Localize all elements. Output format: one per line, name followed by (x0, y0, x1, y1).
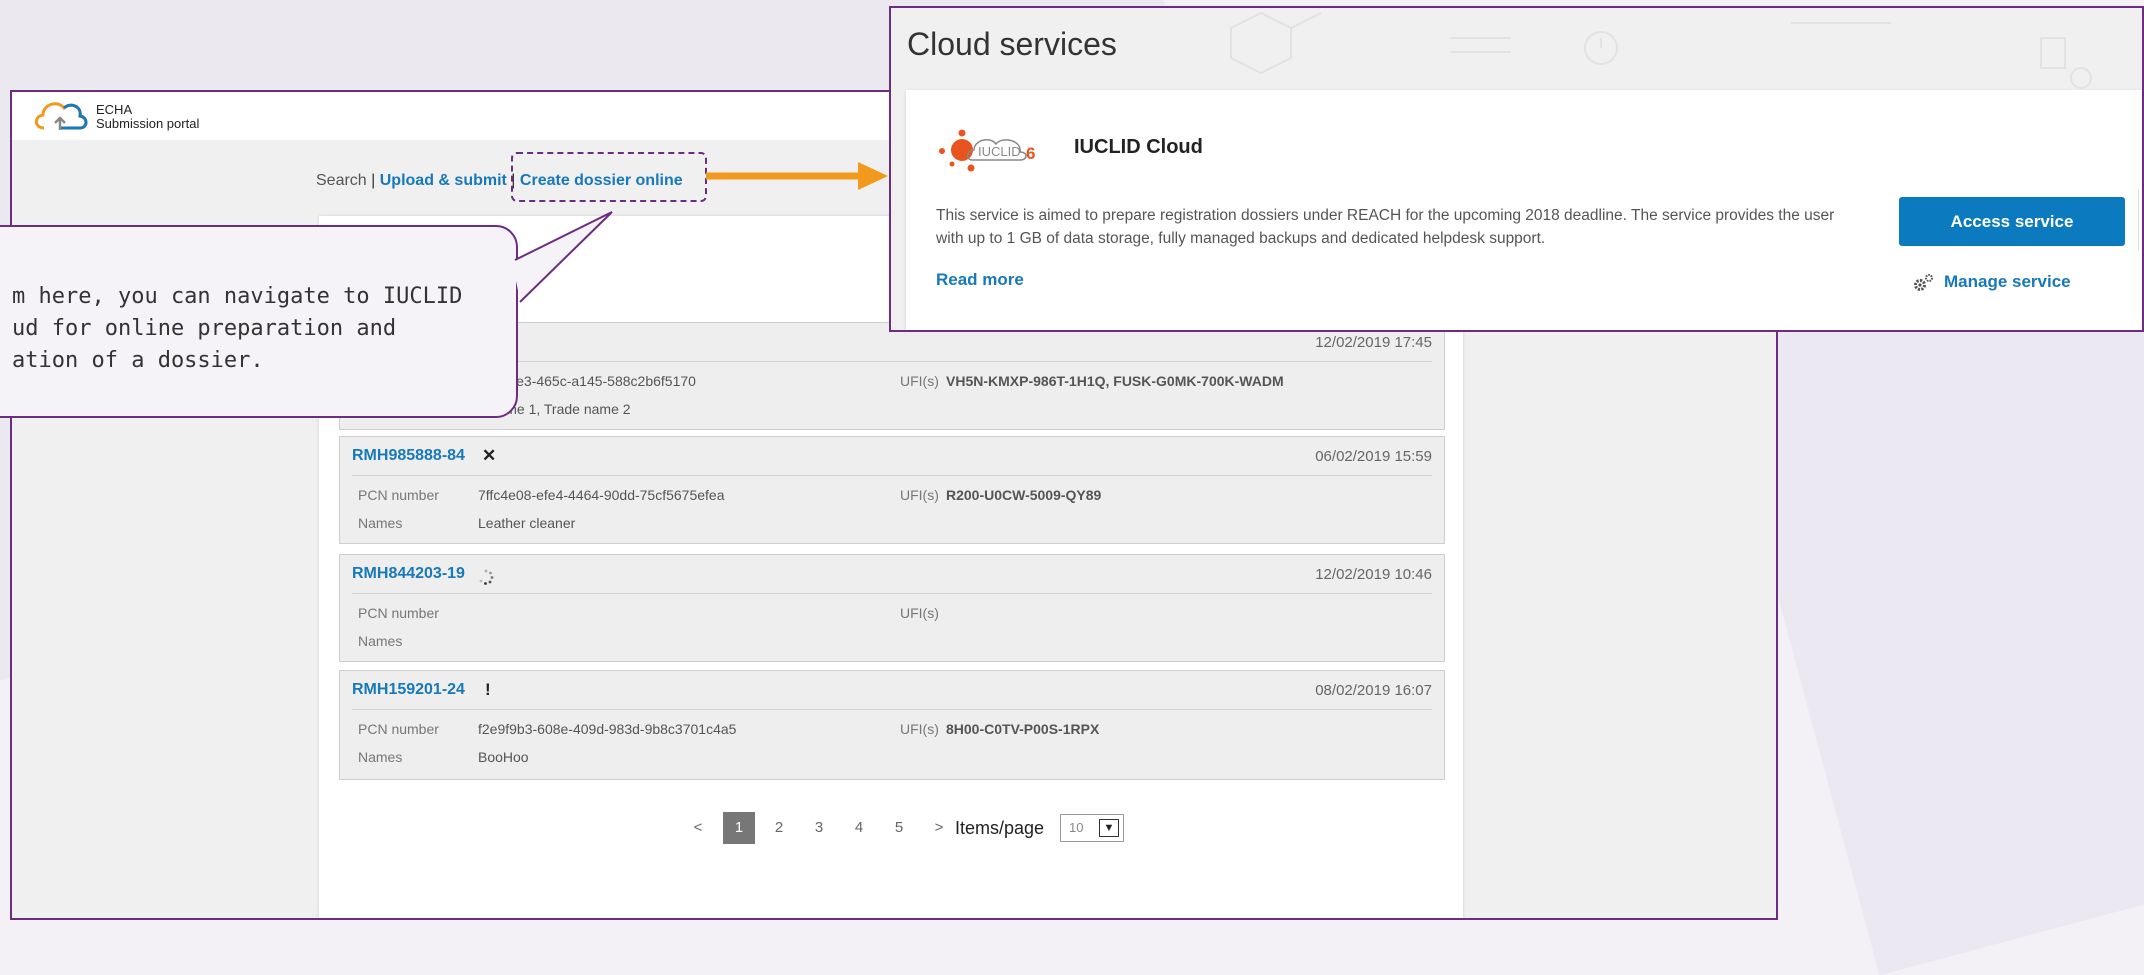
pcn-number-label: PCN number (358, 487, 439, 503)
callout-text: m here, you can navigate to IUCLID ud fo… (12, 281, 502, 377)
items-per-page-value: 10 (1069, 820, 1084, 835)
names-value: Leather cleaner (478, 515, 576, 531)
submission-date: 12/02/2019 10:46 (1315, 566, 1432, 583)
divider (2138, 190, 2139, 250)
items-per-page-label: Items/page (955, 818, 1045, 838)
echa-cloud-logo-icon (34, 102, 88, 130)
logo-line-echa: ECHA (96, 102, 133, 117)
manage-service-link[interactable]: Manage service (1912, 272, 2071, 293)
iuclid-logo-icon: IUCLID 6 (939, 129, 1035, 172)
names-label: Names (358, 515, 403, 531)
read-more-link[interactable]: Read more (936, 270, 1024, 290)
ufi-label: UFI(s) (900, 487, 939, 503)
ufi-label: UFI(s) (900, 373, 939, 389)
pagination-page-1[interactable]: 1 (723, 812, 755, 844)
portal-logo-text: ECHA Submission portal (96, 103, 199, 131)
submission-card[interactable]: RMH844203-19 12/02/2019 10:46 PCN number… (339, 554, 1445, 662)
iuclid-logo-text: IUCLID (978, 144, 1021, 159)
loading-spinner-icon (479, 569, 494, 585)
pagination-prev-button[interactable]: < (682, 812, 714, 844)
ufi-value: VH5N-KMXP-986T-1H1Q, FUSK-G0MK-700K-WADM (946, 373, 1284, 389)
submission-id-link[interactable]: RMH985888-84 (352, 447, 465, 465)
pagination-page-5[interactable]: 5 (883, 812, 915, 844)
pcn-number-value: 7ffc4e08-efe4-4464-90dd-75cf5675efea (478, 487, 725, 503)
failed-close-icon: ✕ (482, 446, 497, 465)
callout-line-2: ud for online preparation and (12, 316, 397, 341)
logo-line-submission-portal: Submission portal (96, 116, 200, 131)
pagination-next-button[interactable]: > (923, 812, 955, 844)
submission-card[interactable]: RMH159201-24 ! 08/02/2019 16:07 PCN numb… (339, 670, 1445, 780)
callout-line-3: ation of a dossier. (12, 348, 264, 373)
divider (352, 593, 1432, 594)
iuclid-cloud-service-card: IUCLID 6 IUCLID Cloud This service is ai… (906, 90, 2142, 330)
pcn-number-label: PCN number (358, 605, 439, 621)
names-value: BooHoo (478, 749, 529, 765)
pagination-page-2[interactable]: 2 (763, 812, 795, 844)
items-per-page-select[interactable]: 10 ▼ (1060, 814, 1124, 842)
submission-id-link[interactable]: RMH844203-19 (352, 565, 465, 583)
cloud-services-title: Cloud services (907, 26, 1117, 62)
service-description: This service is aimed to prepare registr… (936, 207, 1835, 247)
highlight-dashed-box (511, 152, 707, 202)
nav-separator: | (366, 172, 380, 189)
service-name: IUCLID Cloud (1074, 136, 1203, 158)
nav-search-link[interactable]: Search (316, 172, 367, 189)
pagination-page-4[interactable]: 4 (843, 812, 875, 844)
names-label: Names (358, 633, 403, 649)
submission-date: 12/02/2019 17:45 (1315, 334, 1432, 351)
submission-date: 06/02/2019 15:59 (1315, 448, 1432, 465)
gears-icon (1914, 273, 1933, 291)
submission-card[interactable]: RMH985888-84 ✕ 06/02/2019 15:59 PCN numb… (339, 436, 1445, 544)
chevron-down-icon: ▼ (1099, 819, 1119, 837)
manage-service-label: Manage service (1944, 272, 2071, 291)
ufi-label: UFI(s) (900, 721, 939, 737)
ufi-value: R200-U0CW-5009-QY89 (946, 487, 1102, 503)
cloud-services-panel: Cloud services IUCLID 6 IUCLID Cloud Thi… (889, 6, 2144, 332)
pcn-number-value: f2e9f9b3-608e-409d-983d-9b8c3701c4a5 (478, 721, 737, 737)
warning-exclamation-icon: ! (485, 680, 491, 699)
divider (352, 475, 1432, 476)
names-label: Names (358, 749, 403, 765)
callout-bubble: m here, you can navigate to IUCLID ud fo… (0, 225, 518, 418)
iuclid-logo-version: 6 (1026, 144, 1035, 163)
ufi-label: UFI(s) (900, 605, 939, 621)
pcn-number-label: PCN number (358, 721, 439, 737)
ufi-value: 8H00-C0TV-P00S-1RPX (946, 721, 1100, 737)
divider (352, 709, 1432, 710)
submission-id-link[interactable]: RMH159201-24 (352, 681, 465, 699)
nav-upload-submit-link[interactable]: Upload & submit (380, 172, 507, 189)
callout-line-1: m here, you can navigate to IUCLID (12, 284, 463, 309)
access-service-button[interactable]: Access service (1899, 197, 2125, 246)
submission-date: 08/02/2019 16:07 (1315, 682, 1432, 699)
pagination-page-3[interactable]: 3 (803, 812, 835, 844)
